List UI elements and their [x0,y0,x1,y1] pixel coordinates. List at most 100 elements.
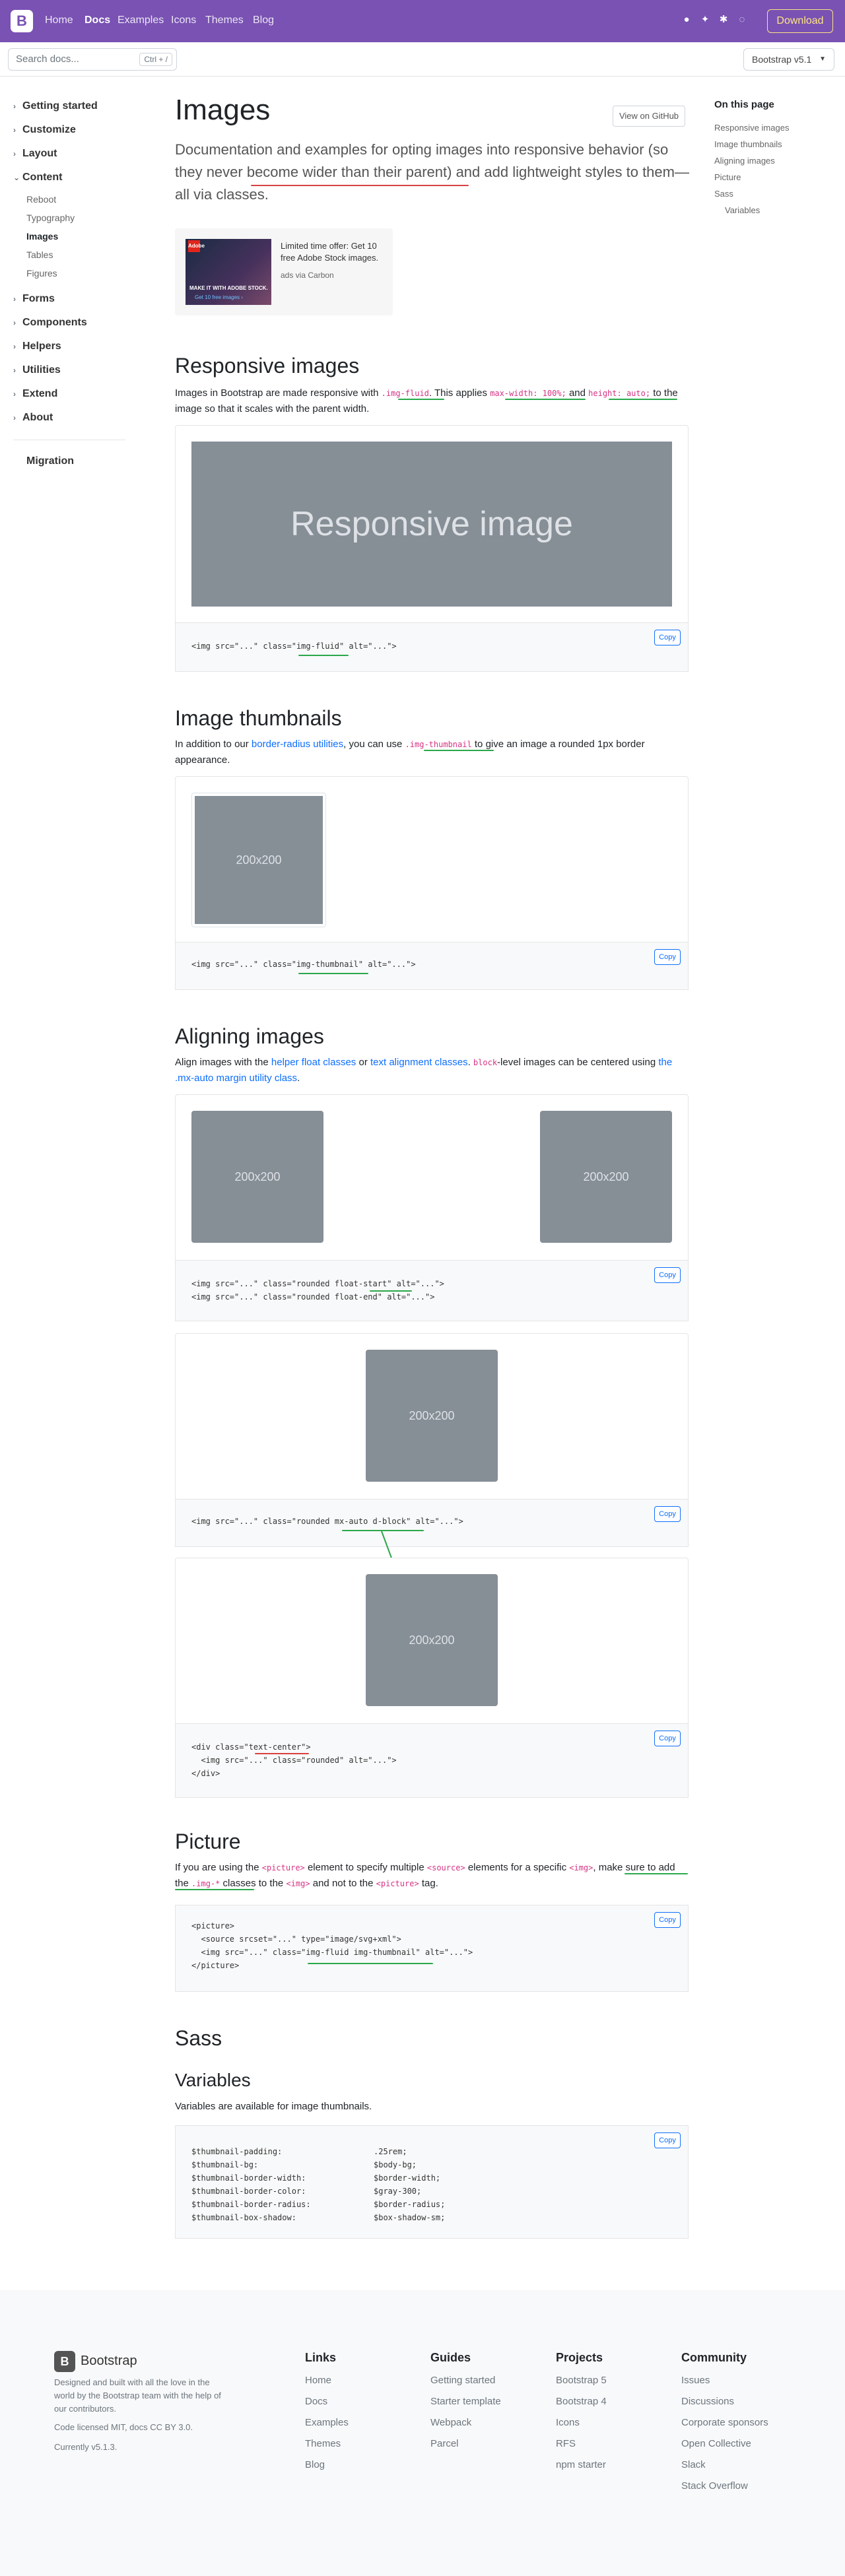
footer-link[interactable]: npm starter [556,2459,606,2470]
annotation-underline-green [370,1290,412,1292]
opencollective-icon[interactable]: ◌ [735,13,749,26]
variables-description: Variables are available for image thumbn… [175,2101,372,2112]
nav-home[interactable]: Home [45,15,73,26]
toc-item-picture[interactable]: Picture [714,172,741,182]
chevron-right-icon: › [13,342,16,351]
copy-button[interactable]: Copy [654,1506,681,1522]
toc-item-image-thumbnails[interactable]: Image thumbnails [714,139,782,149]
sidebar-group-helpers[interactable]: › Helpers [13,341,61,352]
sidebar-group-content[interactable]: ⌄ Content [13,172,62,183]
sidebar-item-typography[interactable]: Typography [26,213,75,223]
page-lead: Documentation and examples for opting im… [175,141,689,203]
footer-link[interactable]: Blog [305,2459,325,2470]
toc-title: On this page [714,99,774,110]
download-button[interactable]: Download [767,9,833,33]
annotation-underline-red [255,1753,309,1754]
toc-item-aligning-images[interactable]: Aligning images [714,156,775,166]
sidebar-group-utilities[interactable]: › Utilities [13,364,61,376]
bootstrap-logo[interactable]: B [11,10,33,32]
ad-text[interactable]: Limited time offer: Get 10 free Adobe St… [281,240,386,264]
annotation-underline-green [298,655,349,656]
footer-col-projects-title: Projects [556,2351,603,2364]
sidebar-group-components[interactable]: › Components [13,317,87,329]
ad-image[interactable]: Adobe MAKE IT WITH ADOBE STOCK. Get 10 f… [186,239,271,305]
search-input[interactable]: Search docs... Ctrl + / [8,48,177,71]
copy-button[interactable]: Copy [654,1267,681,1283]
copy-button[interactable]: Copy [654,1731,681,1746]
section-heading-image-thumbnails: Image thumbnails [175,706,342,730]
footer-link[interactable]: Themes [305,2438,341,2449]
footer-link[interactable]: Slack [681,2459,706,2470]
slack-icon[interactable]: ✱ [717,13,730,26]
sidebar-item-migration[interactable]: Migration [26,455,74,467]
sidebar-group-customize[interactable]: › Customize [13,124,76,136]
footer-link[interactable]: Parcel [430,2438,459,2449]
nav-icons[interactable]: Icons [171,15,196,26]
nav-examples[interactable]: Examples [118,15,164,26]
footer-link[interactable]: Stack Overflow [681,2480,748,2492]
version-dropdown[interactable]: Bootstrap v5.1 ▼ [743,48,834,71]
footer-link[interactable]: Bootstrap 5 [556,2375,607,2386]
footer-brand-name[interactable]: Bootstrap [81,2354,137,2369]
sidebar-group-getting-started[interactable]: › Getting started [13,100,98,112]
footer-link[interactable]: Issues [681,2375,710,2386]
twitter-icon[interactable]: ✦ [698,13,712,26]
toc-item-sass[interactable]: Sass [714,189,733,199]
copy-button[interactable]: Copy [654,1912,681,1928]
nav-blog[interactable]: Blog [253,15,274,26]
footer-link[interactable]: Home [305,2375,331,2386]
copy-button[interactable]: Copy [654,949,681,965]
sidebar-item-images[interactable]: Images [26,231,58,242]
responsive-code: Copy <img src="..." class="img-fluid" al… [175,623,689,672]
chevron-right-icon: › [13,125,16,135]
aligning-float-example: 200x200 200x200 [175,1094,689,1261]
footer-link[interactable]: Discussions [681,2396,734,2407]
scss-variable-name: $thumbnail-border-radius: [191,2200,311,2209]
nav-docs[interactable]: Docs [84,15,110,26]
sidebar-group-extend[interactable]: › Extend [13,388,57,400]
section-heading-sass: Sass [175,2026,222,2050]
thumbnails-code: Copy <img src="..." class="img-thumbnail… [175,942,689,990]
picture-code: Copy <picture> <source srcset="..." type… [175,1905,689,1992]
nav-themes[interactable]: Themes [205,15,244,26]
code-line: <img src="..." class="img-thumbnail" alt… [191,960,416,969]
footer-link[interactable]: Corporate sponsors [681,2417,768,2428]
footer-license: Code licensed MIT, docs CC BY 3.0. [54,2422,193,2432]
annotation-underline-green [424,750,494,751]
sidebar-item-figures[interactable]: Figures [26,268,57,279]
code-line: <img src="..." class="rounded mx-auto d-… [191,1517,463,1526]
sidebar-group-about[interactable]: › About [13,412,53,424]
footer-link[interactable]: Webpack [430,2417,471,2428]
sidebar-item-reboot[interactable]: Reboot [26,194,56,205]
copy-button[interactable]: Copy [654,630,681,645]
footer-link[interactable]: Starter template [430,2396,501,2407]
code-line: <img src="..." class="rounded float-end"… [191,1292,435,1302]
footer-link[interactable]: RFS [556,2438,576,2449]
carbon-ad[interactable]: Adobe MAKE IT WITH ADOBE STOCK. Get 10 f… [175,228,393,315]
footer-link[interactable]: Bootstrap 4 [556,2396,607,2407]
sidebar-group-layout[interactable]: › Layout [13,148,57,160]
footer-link[interactable]: Icons [556,2417,580,2428]
footer-link[interactable]: Docs [305,2396,327,2407]
footer-link[interactable]: Getting started [430,2375,495,2386]
view-on-github-button[interactable]: View on GitHub [613,106,685,127]
sidebar-item-tables[interactable]: Tables [26,249,53,260]
toc-item-responsive-images[interactable]: Responsive images [714,123,789,133]
sidebar-group-forms[interactable]: › Forms [13,293,55,305]
copy-button[interactable]: Copy [654,2132,681,2148]
footer-version: Currently v5.1.3. [54,2442,118,2452]
footer-logo[interactable]: B [54,2351,75,2372]
link-helper-float-classes[interactable]: helper float classes [271,1057,356,1068]
footer-col-guides-title: Guides [430,2351,471,2364]
code-line: <img src="..." class="rounded" alt="..."… [191,1756,397,1765]
toc-item-variables[interactable]: Variables [725,205,760,215]
github-icon[interactable]: ● [680,13,693,26]
footer-link[interactable]: Examples [305,2417,349,2428]
link-border-radius-utilities[interactable]: border-radius utilities [252,739,343,750]
link-text-alignment-classes[interactable]: text alignment classes [370,1057,468,1068]
aligning-text-center-example: 200x200 [175,1558,689,1724]
code-line: </div> [191,1769,220,1778]
scss-variable-value: $border-width; [374,2173,441,2183]
ad-attribution[interactable]: ads via Carbon [281,271,334,280]
footer-link[interactable]: Open Collective [681,2438,751,2449]
